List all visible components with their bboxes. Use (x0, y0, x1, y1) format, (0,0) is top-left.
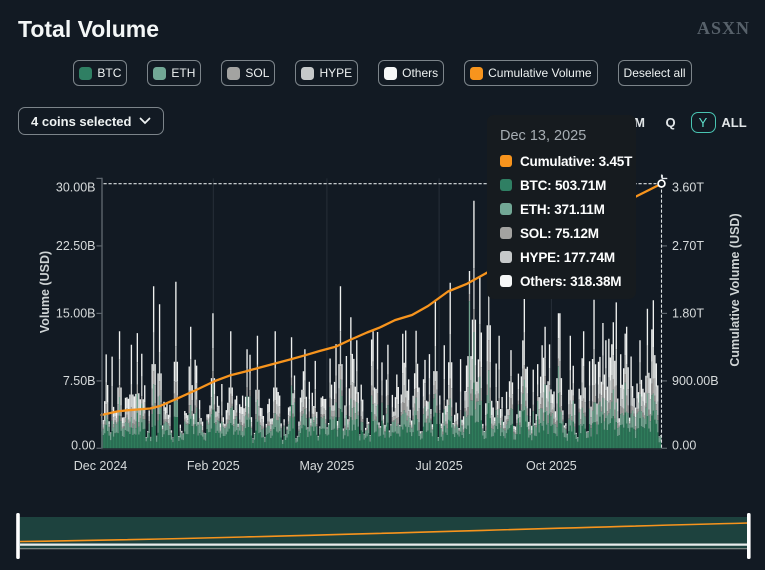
svg-text:7.50B: 7.50B (63, 374, 96, 388)
svg-text:3.60T: 3.60T (672, 181, 704, 195)
svg-text:22.50B: 22.50B (56, 239, 96, 253)
svg-text:15.00B: 15.00B (56, 307, 96, 321)
svg-text:Jul 2025: Jul 2025 (415, 459, 462, 473)
svg-text:2.70T: 2.70T (672, 239, 704, 253)
svg-text:900.00B: 900.00B (672, 374, 719, 388)
svg-text:1.80T: 1.80T (672, 307, 704, 321)
svg-text:Oct 2025: Oct 2025 (526, 459, 577, 473)
svg-text:Cumulative Volume (USD): Cumulative Volume (USD) (728, 213, 742, 366)
svg-text:0.00: 0.00 (71, 439, 95, 453)
svg-text:30.00B: 30.00B (56, 181, 96, 195)
svg-text:Feb 2025: Feb 2025 (187, 459, 240, 473)
svg-text:May 2025: May 2025 (299, 459, 354, 473)
svg-text:0.00: 0.00 (672, 439, 696, 453)
svg-text:Dec 2024: Dec 2024 (74, 459, 128, 473)
svg-text:Volume (USD): Volume (USD) (38, 251, 52, 333)
